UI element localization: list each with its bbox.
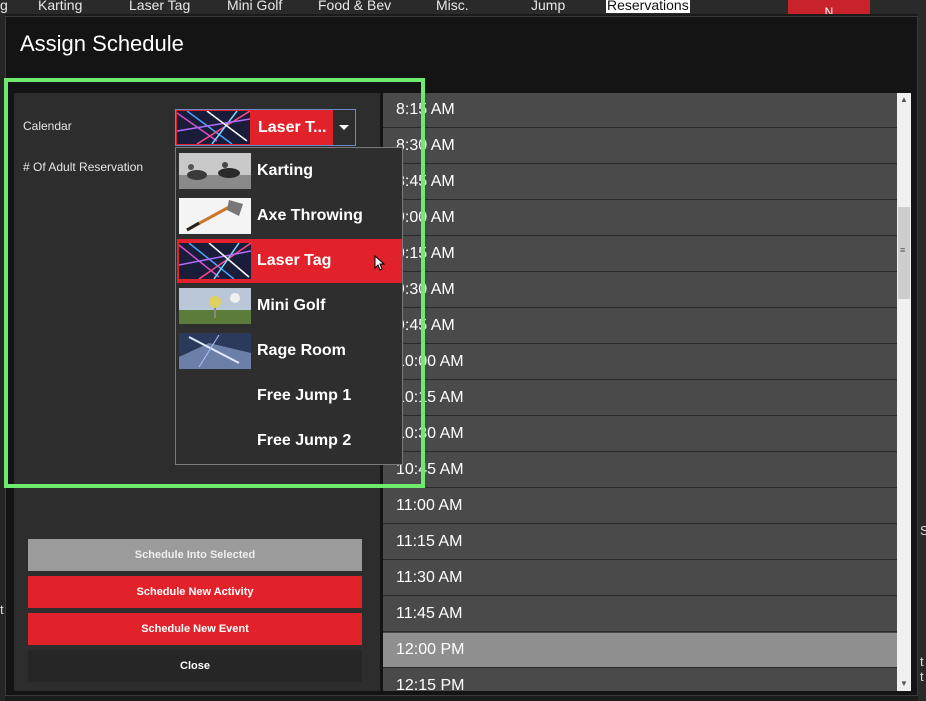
time-slot[interactable]: 12:15 PM xyxy=(383,669,897,691)
schedule-into-selected-button[interactable]: Schedule Into Selected xyxy=(28,539,362,571)
dropdown-item-label: Axe Throwing xyxy=(257,207,363,224)
dropdown-item-label: Rage Room xyxy=(257,342,346,359)
close-button[interactable]: Close xyxy=(28,650,362,682)
nav-tab-mini-golf[interactable]: Mini Golf xyxy=(227,0,282,13)
time-slot[interactable]: 9:45 AM xyxy=(383,309,897,344)
background-nav-bar: g Karting Laser Tag Mini Golf Food & Bev… xyxy=(0,0,926,14)
calendar-selected-value: Laser T... xyxy=(258,119,327,136)
calendar-label: Calendar xyxy=(23,119,72,133)
time-slot-label: 10:30 AM xyxy=(396,425,464,442)
dropdown-item-axe-throwing[interactable]: Axe Throwing xyxy=(177,194,402,238)
time-slot-label: 10:00 AM xyxy=(396,353,464,370)
nav-tab-misc[interactable]: Misc. xyxy=(436,0,469,13)
calendar-select[interactable]: Laser T... xyxy=(175,109,356,146)
time-slot[interactable]: 10:45 AM xyxy=(383,453,897,488)
dropdown-item-rage-room[interactable]: Rage Room xyxy=(177,329,402,373)
time-slot-label: 12:15 PM xyxy=(396,677,465,691)
karting-thumbnail-icon xyxy=(179,153,251,189)
time-slot-scrollbar[interactable]: ▲ ≡ ▼ xyxy=(897,93,911,691)
right-edge-char: S xyxy=(920,523,926,538)
dropdown-item-free-jump-1[interactable]: Free Jump 1 xyxy=(177,374,402,418)
dropdown-item-laser-tag[interactable]: Laser Tag xyxy=(177,239,402,283)
dropdown-item-karting[interactable]: Karting xyxy=(177,149,402,193)
scrollbar-grip-icon: ≡ xyxy=(900,245,906,255)
time-slot[interactable]: 11:15 AM xyxy=(383,525,897,560)
dropdown-item-label: Free Jump 1 xyxy=(257,387,352,404)
schedule-new-event-button[interactable]: Schedule New Event xyxy=(28,613,362,645)
calendar-dropdown-list: Karting Axe Throwing Laser Tag Mini Golf… xyxy=(175,147,403,465)
nav-tab-jump[interactable]: Jump xyxy=(531,0,565,13)
dropdown-item-mini-golf[interactable]: Mini Golf xyxy=(177,284,402,328)
background-right-edge: S t t xyxy=(918,14,926,701)
right-edge-char: t xyxy=(920,654,924,669)
time-slot-list: 8:15 AM 8:30 AM 8:45 AM 9:00 AM 9:15 AM … xyxy=(383,93,897,691)
nav-tab-karting[interactable]: Karting xyxy=(38,0,82,13)
adult-reservation-label: # Of Adult Reservation xyxy=(23,160,144,174)
time-slot[interactable]: 11:00 AM xyxy=(383,489,897,524)
time-slot-label: 12:00 PM xyxy=(396,641,465,658)
time-slot-label: 8:30 AM xyxy=(396,137,455,154)
right-edge-char: t xyxy=(920,669,924,684)
time-slot-label: 11:30 AM xyxy=(396,569,463,586)
time-slot[interactable]: 9:15 AM xyxy=(383,237,897,272)
nav-tab-partial[interactable]: g xyxy=(0,0,8,13)
time-slot-label: 10:15 AM xyxy=(396,389,464,406)
schedule-new-activity-button[interactable]: Schedule New Activity xyxy=(28,576,362,608)
time-slot-label: 10:45 AM xyxy=(396,461,464,478)
time-slot[interactable]: 10:30 AM xyxy=(383,417,897,452)
laser-tag-thumbnail-icon xyxy=(177,111,250,144)
laser-tag-thumbnail-icon xyxy=(179,243,251,279)
scroll-down-icon[interactable]: ▼ xyxy=(900,679,908,688)
left-edge-char: t xyxy=(0,602,4,617)
mouse-cursor-icon xyxy=(374,255,386,271)
time-slot-selected[interactable]: 12:00 PM xyxy=(383,633,897,668)
dropdown-item-label: Laser Tag xyxy=(257,252,332,269)
rage-room-thumbnail-icon xyxy=(179,333,251,369)
dropdown-item-label: Free Jump 2 xyxy=(257,432,352,449)
time-slot[interactable]: 8:30 AM xyxy=(383,129,897,164)
nav-tab-laser-tag[interactable]: Laser Tag xyxy=(129,0,190,13)
modal-title: Assign Schedule xyxy=(20,31,184,56)
dropdown-item-label: Karting xyxy=(257,162,313,179)
time-slot-label: 11:15 AM xyxy=(396,533,463,550)
scroll-up-icon[interactable]: ▲ xyxy=(900,95,908,104)
time-slot-label: 9:45 AM xyxy=(396,317,455,334)
dropdown-item-free-jump-2[interactable]: Free Jump 2 xyxy=(177,419,402,463)
time-slot-label: 8:15 AM xyxy=(396,101,455,118)
time-slot[interactable]: 8:45 AM xyxy=(383,165,897,200)
time-slot[interactable]: 10:00 AM xyxy=(383,345,897,380)
time-slot[interactable]: 8:15 AM xyxy=(383,93,897,128)
time-slot-label: 9:30 AM xyxy=(396,281,455,298)
new-button[interactable]: N xyxy=(788,0,870,14)
time-slot[interactable]: 9:00 AM xyxy=(383,201,897,236)
dropdown-item-label: Mini Golf xyxy=(257,297,326,314)
time-slot[interactable]: 11:30 AM xyxy=(383,561,897,596)
time-slot[interactable]: 11:45 AM xyxy=(383,597,897,632)
time-slot-label: 11:00 AM xyxy=(396,497,463,514)
time-slot-label: 11:45 AM xyxy=(396,605,463,622)
chevron-down-icon[interactable] xyxy=(333,110,355,145)
nav-tab-reservations[interactable]: Reservations xyxy=(606,0,690,13)
time-slot-label: 9:15 AM xyxy=(396,245,455,262)
time-slot[interactable]: 10:15 AM xyxy=(383,381,897,416)
nav-tab-food-bev[interactable]: Food & Bev xyxy=(318,0,391,13)
time-slot-label: 8:45 AM xyxy=(396,173,455,190)
time-slot[interactable]: 9:30 AM xyxy=(383,273,897,308)
axe-thumbnail-icon xyxy=(179,198,251,234)
mini-golf-thumbnail-icon xyxy=(179,288,251,324)
time-slot-label: 9:00 AM xyxy=(396,209,455,226)
assign-schedule-modal: Assign Schedule Calendar # Of Adult Rese… xyxy=(5,16,918,696)
